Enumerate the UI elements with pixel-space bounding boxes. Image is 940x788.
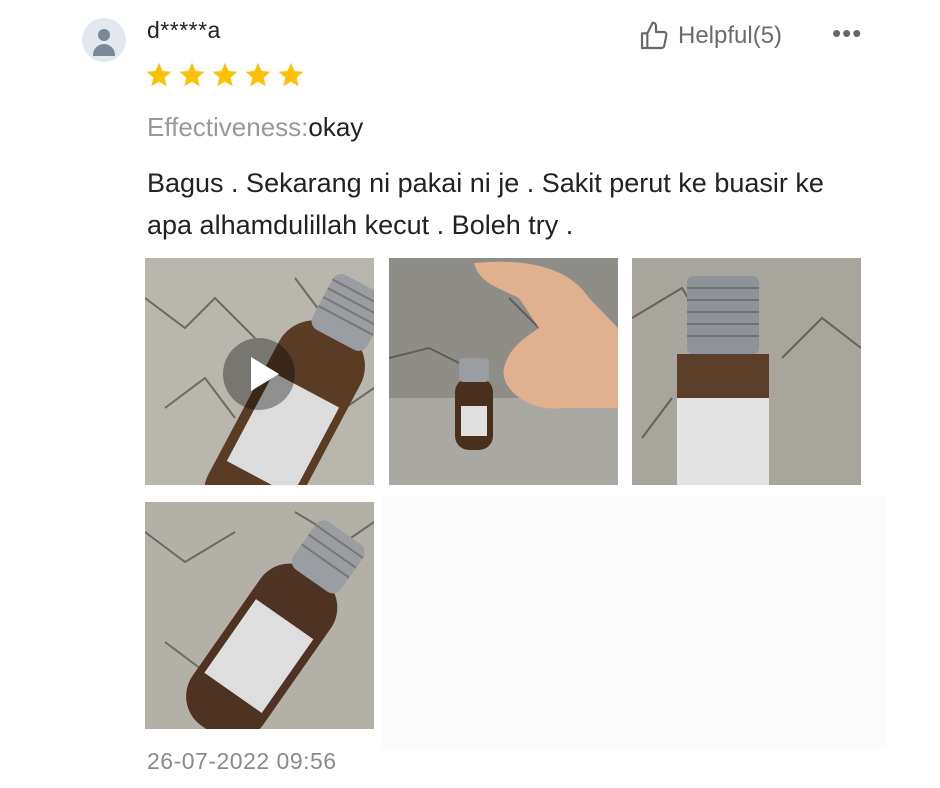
product-bottle-closeup-image — [632, 258, 861, 485]
effectiveness-row: Effectiveness:okay — [147, 112, 363, 143]
star-icon — [146, 62, 172, 87]
reviewer-username: d*****a — [147, 17, 221, 43]
product-bottle-tilted-image — [145, 502, 374, 729]
play-icon[interactable] — [223, 338, 295, 410]
star-icon — [278, 62, 304, 87]
review-photo[interactable] — [145, 502, 374, 729]
review-photo[interactable] — [632, 258, 861, 485]
effectiveness-label: Effectiveness: — [147, 112, 309, 142]
review-timestamp: 26-07-2022 09:56 — [147, 748, 337, 774]
more-options-icon[interactable]: ••• — [832, 18, 862, 49]
thumbs-up-icon — [640, 21, 668, 50]
helpful-label: Helpful(5) — [678, 22, 783, 49]
avatar[interactable] — [82, 18, 126, 62]
star-rating — [145, 61, 305, 89]
effectiveness-value: okay — [308, 112, 364, 142]
review-text: Bagus . Sekarang ni pakai ni je . Sakit … — [147, 168, 824, 240]
product-thumbsup-image — [389, 258, 618, 485]
review-photo[interactable] — [389, 258, 618, 485]
helpful-button[interactable]: Helpful(5) — [638, 20, 782, 52]
user-icon — [98, 29, 110, 41]
review-video-thumbnail[interactable] — [145, 258, 374, 485]
media-placeholder — [382, 496, 887, 750]
star-icon — [179, 62, 205, 87]
star-icon — [245, 62, 271, 87]
star-icon — [212, 62, 238, 87]
